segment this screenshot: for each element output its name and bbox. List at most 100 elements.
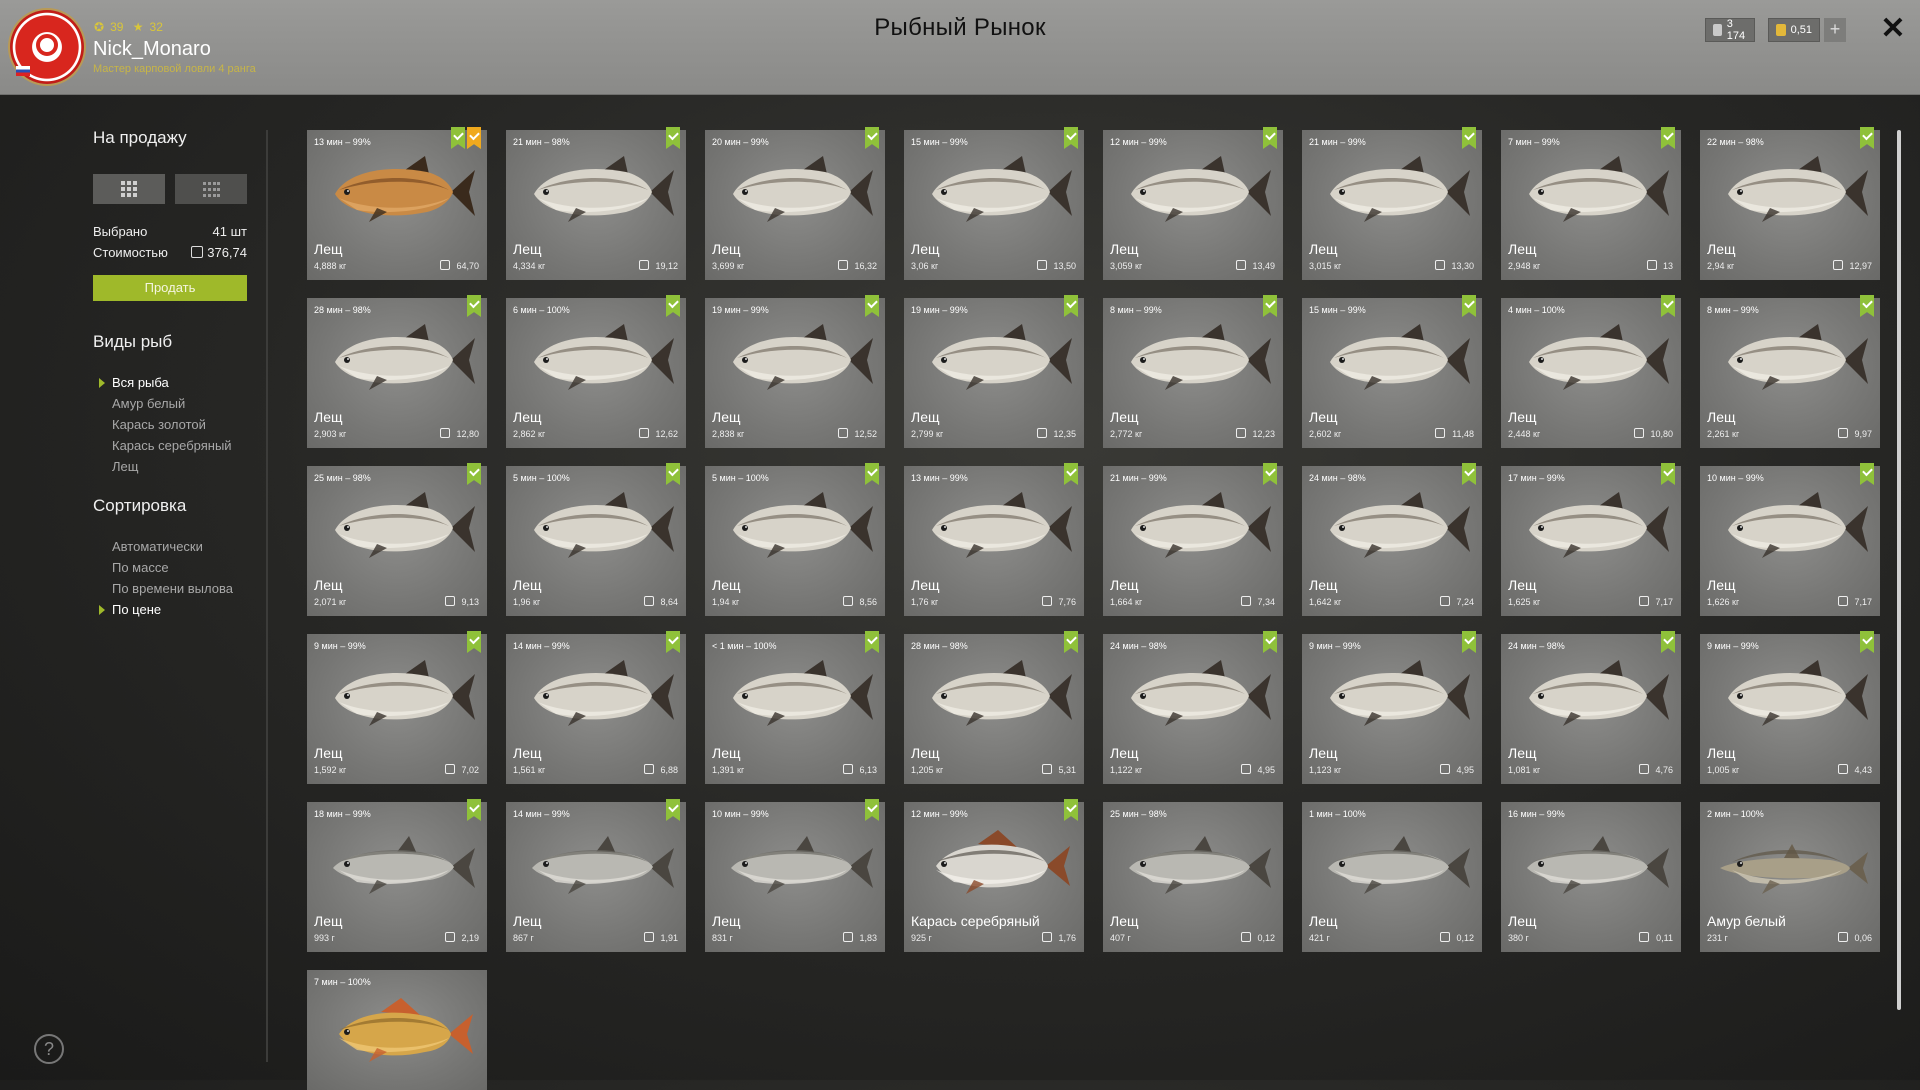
fish-card[interactable]: 12 мин – 99% Карась серебряный 925 г 1,76 xyxy=(904,799,1084,952)
selected-check-icon[interactable] xyxy=(1462,295,1476,317)
species-item[interactable]: Лещ xyxy=(112,459,138,474)
selected-check-icon[interactable] xyxy=(1661,295,1675,317)
fish-card[interactable]: 22 мин – 98% Лещ 2,94 кг 12,97 xyxy=(1700,127,1880,280)
sort-item[interactable]: Автоматически xyxy=(112,539,203,554)
selected-check-icon[interactable] xyxy=(865,631,879,653)
selected-check-icon[interactable] xyxy=(1263,463,1277,485)
sort-item[interactable]: По времени вылова xyxy=(112,581,233,596)
selected-check-icon[interactable] xyxy=(1263,127,1277,149)
fish-card[interactable]: 17 мин – 99% Лещ 1,625 кг 7,17 xyxy=(1501,463,1681,616)
sell-button[interactable]: Продать xyxy=(93,275,247,301)
selected-check-icon[interactable] xyxy=(1462,127,1476,149)
fish-card[interactable]: 9 мин – 99% Лещ 1,005 кг 4,43 xyxy=(1700,631,1880,784)
selected-check-icon[interactable] xyxy=(666,295,680,317)
selected-check-icon[interactable] xyxy=(865,799,879,821)
fish-card[interactable]: 6 мин – 100% Лещ 2,862 кг 12,62 xyxy=(506,295,686,448)
sort-item[interactable]: По цене xyxy=(99,602,161,617)
selected-check-icon[interactable] xyxy=(1860,127,1874,149)
fish-card[interactable]: 28 мин – 98% Лещ 2,903 кг 12,80 xyxy=(307,295,487,448)
fish-card[interactable]: 25 мин – 98% Лещ 407 г 0,12 xyxy=(1103,802,1283,952)
fish-card[interactable]: 16 мин – 99% Лещ 380 г 0,11 xyxy=(1501,802,1681,952)
help-button[interactable]: ? xyxy=(34,1034,64,1064)
selected-check-icon[interactable] xyxy=(1064,463,1078,485)
fish-image xyxy=(1131,156,1271,222)
fish-card[interactable]: 28 мин – 98% Лещ 1,205 кг 5,31 xyxy=(904,631,1084,784)
selected-check-icon[interactable] xyxy=(1064,799,1078,821)
favorite-star-icon[interactable] xyxy=(467,127,481,149)
fish-card[interactable]: 7 мин – 100% xyxy=(307,970,487,1090)
fish-card[interactable]: 15 мин – 99% Лещ 3,06 кг 13,50 xyxy=(904,127,1084,280)
fish-card[interactable]: 14 мин – 99% Лещ 867 г 1,91 xyxy=(506,799,686,952)
selected-check-icon[interactable] xyxy=(1860,463,1874,485)
fish-card[interactable]: 1 мин – 100% Лещ 421 г 0,12 xyxy=(1302,802,1482,952)
selected-check-icon[interactable] xyxy=(666,799,680,821)
selected-check-icon[interactable] xyxy=(865,463,879,485)
fish-card[interactable]: 8 мин – 99% Лещ 2,772 кг 12,23 xyxy=(1103,295,1283,448)
selected-check-icon[interactable] xyxy=(467,295,481,317)
fish-card[interactable]: < 1 мин – 100% Лещ 1,391 кг 6,13 xyxy=(705,631,885,784)
selected-check-icon[interactable] xyxy=(467,631,481,653)
fish-card[interactable]: 21 мин – 98% Лещ 4,334 кг 19,12 xyxy=(506,127,686,280)
selected-check-icon[interactable] xyxy=(1661,127,1675,149)
fish-card[interactable]: 9 мин – 99% Лещ 1,592 кг 7,02 xyxy=(307,631,487,784)
fish-card[interactable]: 5 мин – 100% Лещ 1,94 кг 8,56 xyxy=(705,463,885,616)
fish-card[interactable]: 24 мин – 98% Лещ 1,642 кг 7,24 xyxy=(1302,463,1482,616)
species-item[interactable]: Карась золотой xyxy=(112,417,206,432)
selected-check-icon[interactable] xyxy=(666,631,680,653)
fish-card[interactable]: 21 мин – 99% Лещ 1,664 кг 7,34 xyxy=(1103,463,1283,616)
fish-weight: 1,081 кг xyxy=(1508,765,1541,775)
selected-check-icon[interactable] xyxy=(865,127,879,149)
coin-icon xyxy=(639,260,649,270)
selected-check-icon[interactable] xyxy=(1462,631,1476,653)
fish-card[interactable]: 7 мин – 99% Лещ 2,948 кг 13 xyxy=(1501,127,1681,280)
selected-check-icon[interactable] xyxy=(1462,463,1476,485)
add-currency-button[interactable]: + xyxy=(1824,18,1846,42)
fish-card[interactable]: 8 мин – 99% Лещ 2,261 кг 9,97 xyxy=(1700,295,1880,448)
species-item[interactable]: Карась серебряный xyxy=(112,438,232,453)
fish-card[interactable]: 10 мин – 99% Лещ 1,626 кг 7,17 xyxy=(1700,463,1880,616)
selected-check-icon[interactable] xyxy=(467,799,481,821)
species-item[interactable]: Вся рыба xyxy=(99,375,169,390)
view-large-grid-button[interactable] xyxy=(93,174,165,204)
scrollbar[interactable] xyxy=(1897,130,1901,1010)
selected-check-icon[interactable] xyxy=(467,463,481,485)
fish-card[interactable]: 19 мин – 99% Лещ 2,838 кг 12,52 xyxy=(705,295,885,448)
fish-card[interactable]: 25 мин – 98% Лещ 2,071 кг 9,13 xyxy=(307,463,487,616)
species-item[interactable]: Амур белый xyxy=(112,396,185,411)
fish-card[interactable]: 5 мин – 100% Лещ 1,96 кг 8,64 xyxy=(506,463,686,616)
selected-check-icon[interactable] xyxy=(1064,295,1078,317)
sort-item[interactable]: По массе xyxy=(112,560,169,575)
close-button[interactable]: ✕ xyxy=(1878,14,1908,44)
selected-check-icon[interactable] xyxy=(666,127,680,149)
fish-card[interactable]: 24 мин – 98% Лещ 1,081 кг 4,76 xyxy=(1501,631,1681,784)
fish-image xyxy=(339,998,473,1062)
fish-name: Лещ xyxy=(314,241,343,257)
fish-card[interactable]: 12 мин – 99% Лещ 3,059 кг 13,49 xyxy=(1103,127,1283,280)
fish-card[interactable]: 21 мин – 99% Лещ 3,015 кг 13,30 xyxy=(1302,127,1482,280)
fish-card[interactable]: 20 мин – 99% Лещ 3,699 кг 16,32 xyxy=(705,127,885,280)
fish-card[interactable]: 24 мин – 98% Лещ 1,122 кг 4,95 xyxy=(1103,631,1283,784)
fish-card[interactable]: 10 мин – 99% Лещ 831 г 1,83 xyxy=(705,799,885,952)
fish-card[interactable]: 2 мин – 100% Амур белый 231 г 0,06 xyxy=(1700,802,1880,952)
fish-card[interactable]: 4 мин – 100% Лещ 2,448 кг 10,80 xyxy=(1501,295,1681,448)
selected-check-icon[interactable] xyxy=(1263,631,1277,653)
fish-card[interactable]: 9 мин – 99% Лещ 1,123 кг 4,95 xyxy=(1302,631,1482,784)
fish-card[interactable]: 13 мин – 99% Лещ 1,76 кг 7,76 xyxy=(904,463,1084,616)
selected-check-icon[interactable] xyxy=(1661,631,1675,653)
selected-check-icon[interactable] xyxy=(1860,631,1874,653)
fish-card[interactable]: 13 мин – 99% Лещ 4,888 кг 64,70 xyxy=(307,127,487,280)
fish-card[interactable]: 18 мин – 99% Лещ 993 г 2,19 xyxy=(307,799,487,952)
selected-check-icon[interactable] xyxy=(1263,295,1277,317)
selected-check-icon[interactable] xyxy=(1064,127,1078,149)
fish-card[interactable]: 14 мин – 99% Лещ 1,561 кг 6,88 xyxy=(506,631,686,784)
selected-check-icon[interactable] xyxy=(1064,631,1078,653)
view-small-grid-button[interactable] xyxy=(175,174,247,204)
selected-check-icon[interactable] xyxy=(666,463,680,485)
fish-card[interactable]: 19 мин – 99% Лещ 2,799 кг 12,35 xyxy=(904,295,1084,448)
selected-check-icon[interactable] xyxy=(1661,463,1675,485)
selected-check-icon[interactable] xyxy=(865,295,879,317)
fish-weight: 3,699 кг xyxy=(712,261,745,271)
fish-card[interactable]: 15 мин – 99% Лещ 2,602 кг 11,48 xyxy=(1302,295,1482,448)
selected-check-icon[interactable] xyxy=(1860,295,1874,317)
selected-check-icon[interactable] xyxy=(451,127,465,149)
